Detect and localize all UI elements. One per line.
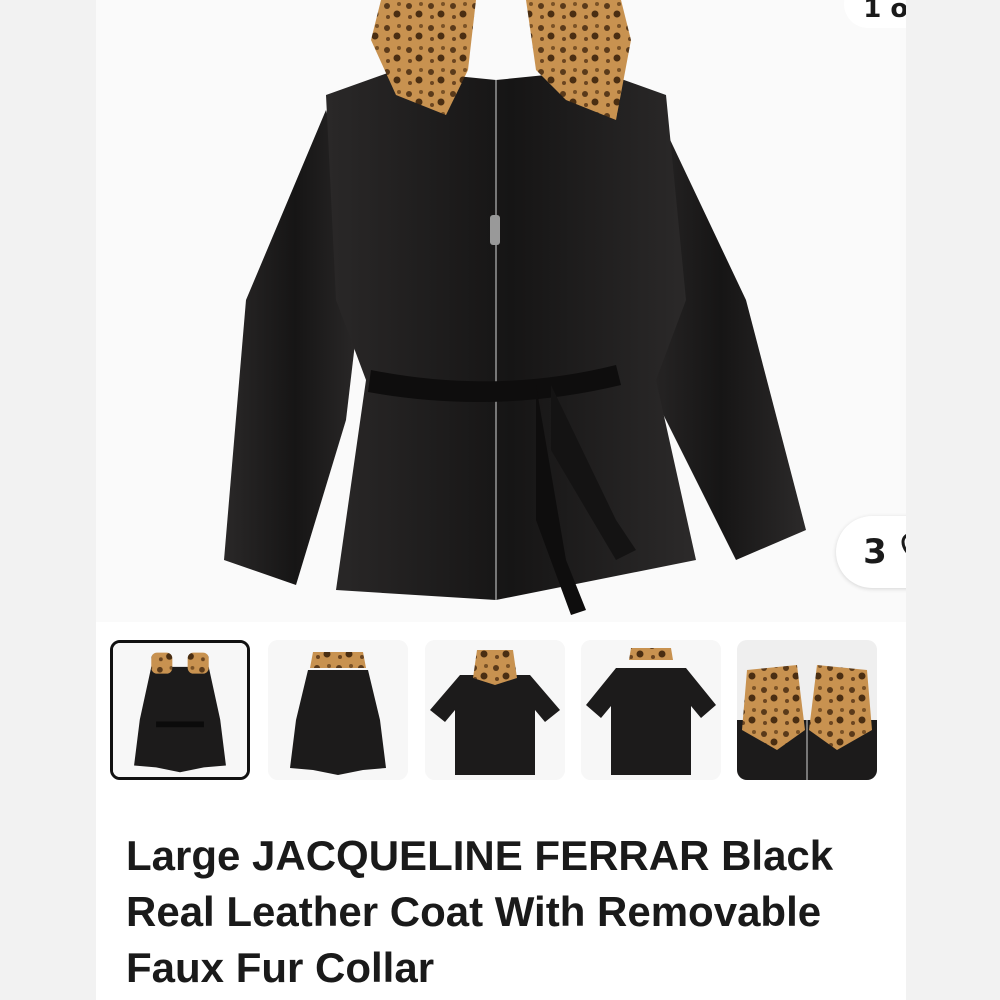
thumbnail-4[interactable] <box>581 640 721 780</box>
thumbnail-5[interactable] <box>737 640 877 780</box>
right-margin <box>906 0 1000 1000</box>
listing-title: Large JACQUELINE FERRAR Black Real Leath… <box>126 832 834 991</box>
image-counter-text: 1 of 13 <box>863 0 906 24</box>
main-product-image[interactable]: 1 of 13 3 <box>96 0 906 622</box>
watch-count: 3 <box>863 532 887 572</box>
left-margin <box>0 0 96 1000</box>
coat-illustration <box>224 0 806 615</box>
thumbnail-1[interactable] <box>110 640 250 780</box>
heart-outline-icon <box>901 532 906 572</box>
watch-button[interactable]: 3 <box>836 516 906 588</box>
thumbnail-2[interactable] <box>268 640 408 780</box>
thumbnail-3[interactable] <box>425 640 565 780</box>
thumbnail-strip <box>96 622 906 802</box>
